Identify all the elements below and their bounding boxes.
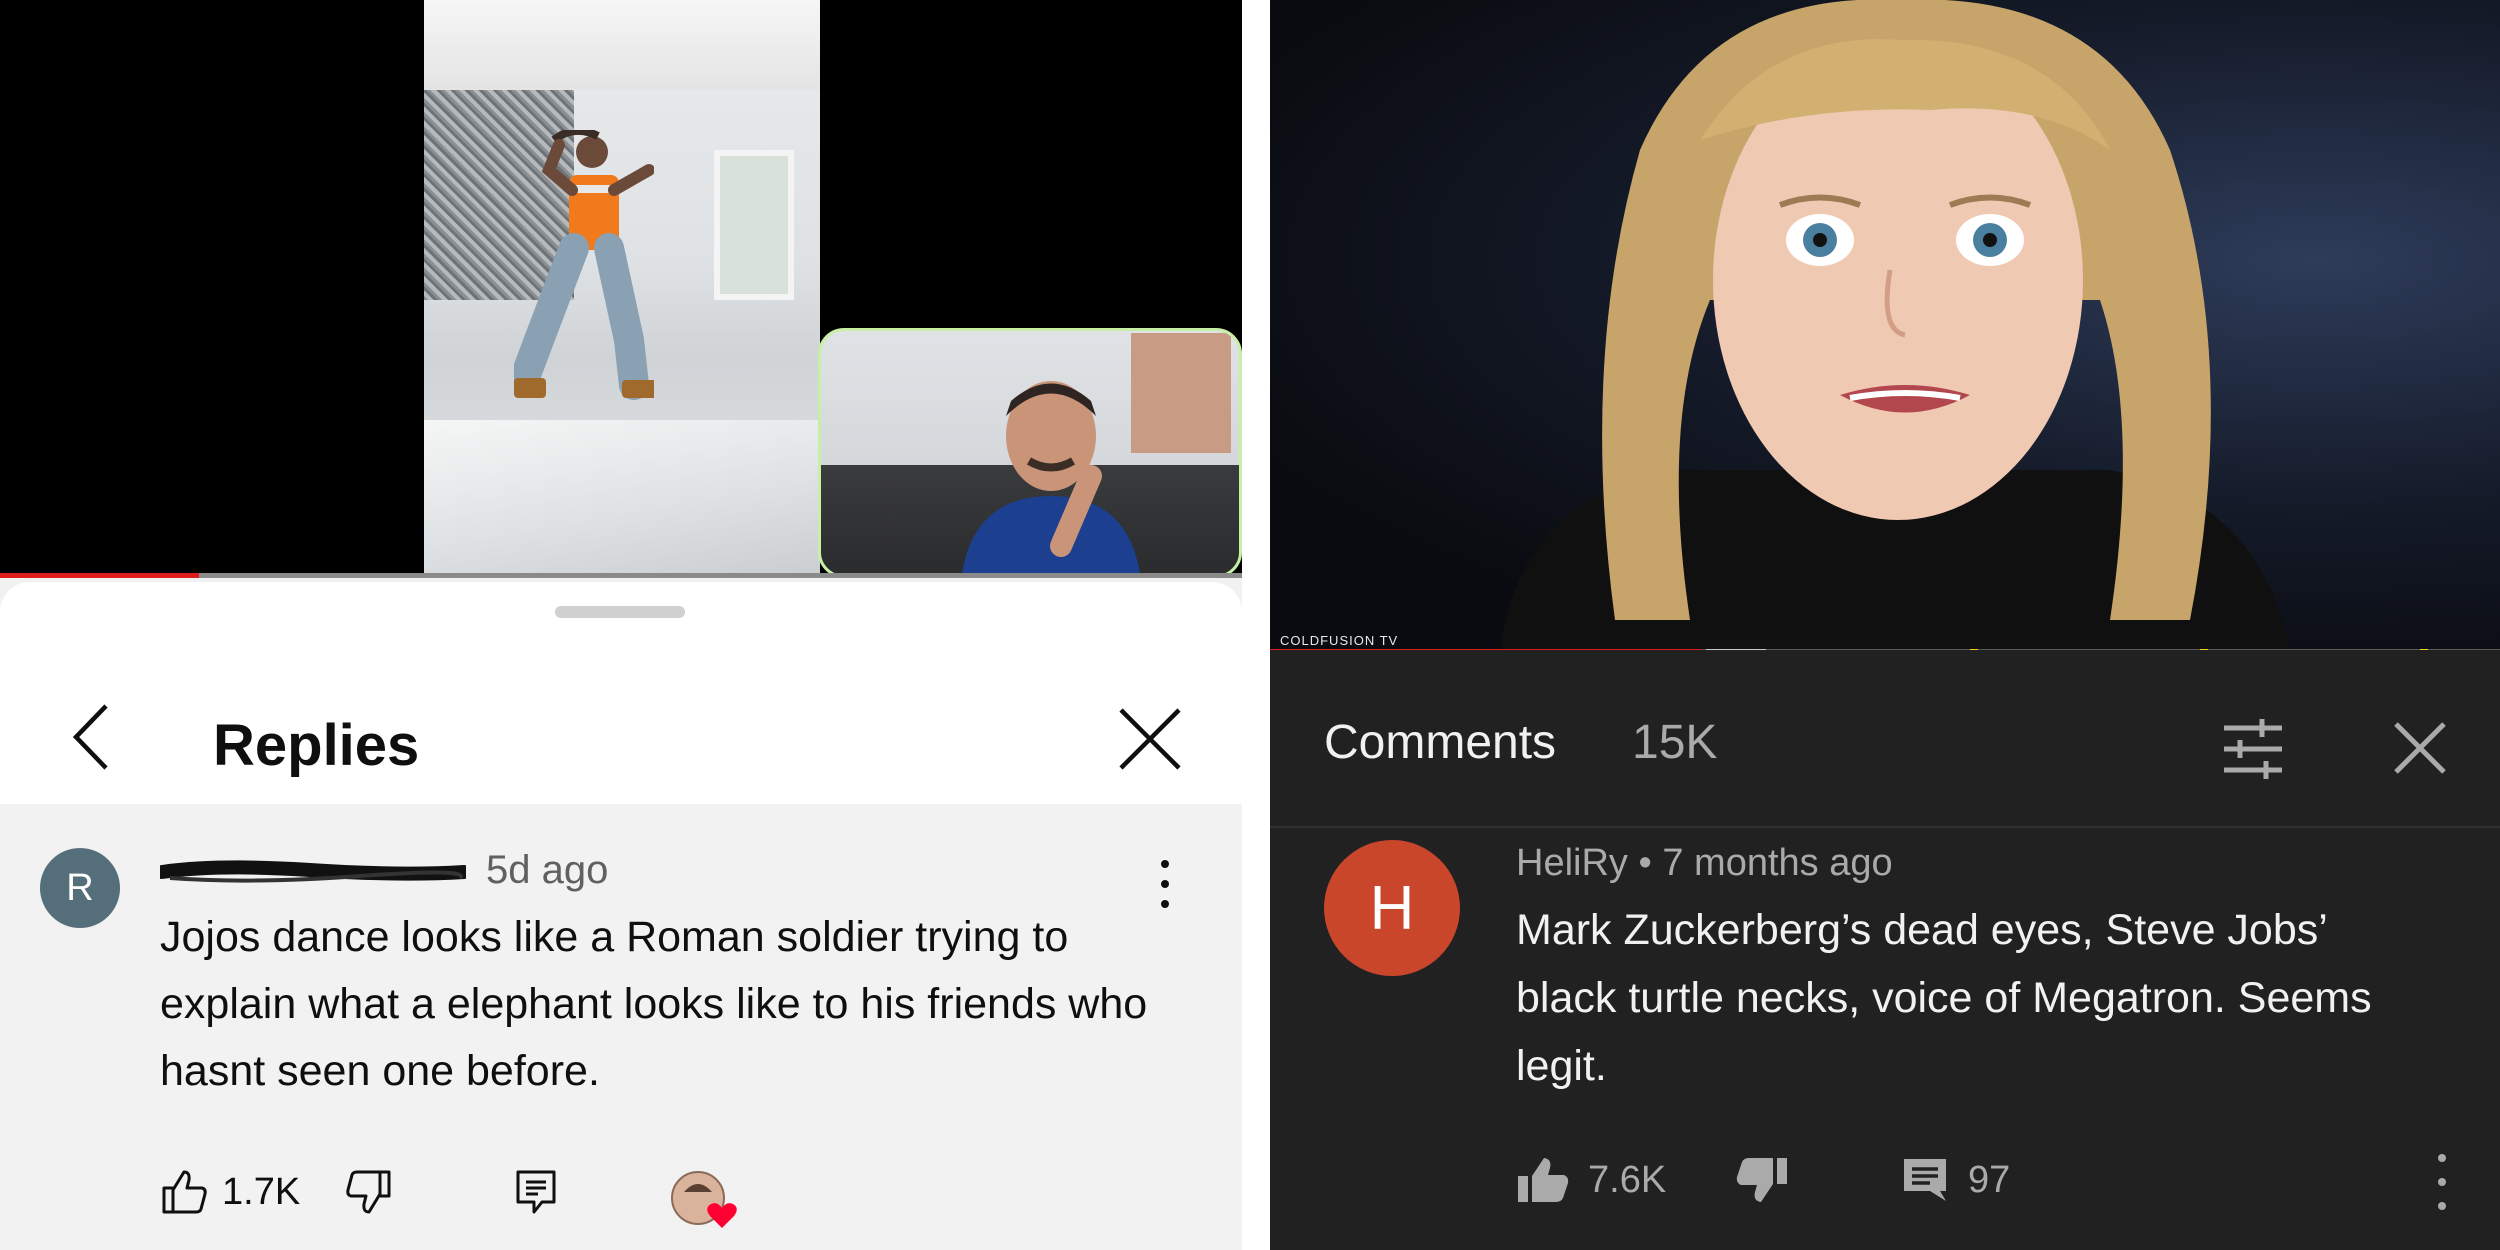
ad-marker <box>2420 649 2428 650</box>
redacted-username <box>160 860 466 883</box>
dancer-figure <box>514 130 654 400</box>
channel-watermark: COLDFUSION TV <box>1280 633 1399 648</box>
comment-actions: 1.7K <box>0 1152 1242 1232</box>
like-count: 7.6K <box>1588 1158 1667 1201</box>
filter-icon[interactable] <box>2218 714 2288 784</box>
comments-title: Comments <box>1324 716 1557 769</box>
video-player-left[interactable] <box>0 0 1242 578</box>
comment-icon <box>1904 1159 1946 1201</box>
dance-video-frame <box>424 0 820 578</box>
comment-time: 5d ago <box>486 848 609 892</box>
replies-header: Replies <box>0 642 1242 802</box>
comment-text: Jojos dance looks like a Roman soldier t… <box>160 913 1148 1095</box>
meta-separator: • <box>1638 842 1652 884</box>
comments-header: Comments 15K <box>1270 656 2500 831</box>
header-divider <box>1270 826 2500 828</box>
panel-divider <box>1242 0 1270 1250</box>
thumb-up-icon <box>1518 1158 1569 1202</box>
close-icon[interactable] <box>1115 704 1185 774</box>
back-button[interactable] <box>60 697 120 777</box>
video-player-right[interactable]: COLDFUSION TV <box>1270 0 2500 650</box>
portrait-video-frame <box>1500 0 2290 650</box>
kebab-menu-icon[interactable] <box>2430 1154 2454 1210</box>
progress-played <box>0 573 199 578</box>
comment-text: Mark Zuckerberg’s dead eyes, Steve Jobs’… <box>1516 906 2372 1090</box>
reply-icon <box>516 1170 556 1214</box>
comment-actions: 7.6K 97 <box>1270 1140 2500 1220</box>
comment-item: R 5d ago Jojos dance looks like a Roman … <box>0 804 1242 1250</box>
video-progress-bar[interactable] <box>1270 649 2500 650</box>
creator-heart-icon <box>671 1171 737 1228</box>
comment-time: 7 months ago <box>1662 842 1893 884</box>
thumb-down-icon <box>1736 1158 1787 1202</box>
sheet-drag-handle[interactable] <box>555 606 685 618</box>
left-screenshot: Replies R 5d ago Jojos dance looks like … <box>0 0 1242 1250</box>
reply-count: 97 <box>1968 1158 2011 1201</box>
progress-buffered <box>1706 649 1766 650</box>
progress-played <box>1270 649 1701 650</box>
thumb-down-icon <box>346 1170 391 1214</box>
avatar[interactable]: H <box>1324 840 1460 976</box>
reply-button[interactable] <box>512 1152 560 1232</box>
ad-marker <box>2200 649 2208 650</box>
page-title: Replies <box>213 713 420 778</box>
replies-sheet: Replies R 5d ago Jojos dance looks like … <box>0 582 1242 1250</box>
comment-author[interactable]: HeliRy <box>1516 842 1628 884</box>
replies-button[interactable]: 97 <box>1900 1140 2010 1220</box>
comments-count: 15K <box>1632 716 1718 769</box>
video-progress-bar[interactable] <box>0 573 1242 578</box>
like-button[interactable]: 7.6K <box>1516 1140 1666 1220</box>
chevron-left-icon <box>72 704 108 770</box>
thumb-up-icon <box>162 1170 207 1214</box>
comment-meta: HeliRy • 7 months ago <box>1516 842 1893 885</box>
reaction-pip-frame <box>818 328 1242 578</box>
avatar[interactable]: R <box>40 848 120 928</box>
dislike-button[interactable] <box>1735 1140 1789 1220</box>
right-screenshot: COLDFUSION TV Comments 15K H HeliRy • 7 … <box>1270 0 2500 1250</box>
close-icon[interactable] <box>2390 718 2450 778</box>
like-button[interactable]: 1.7K <box>160 1152 300 1232</box>
dislike-button[interactable] <box>345 1152 393 1232</box>
like-count: 1.7K <box>222 1170 301 1213</box>
ad-marker <box>1970 649 1978 650</box>
